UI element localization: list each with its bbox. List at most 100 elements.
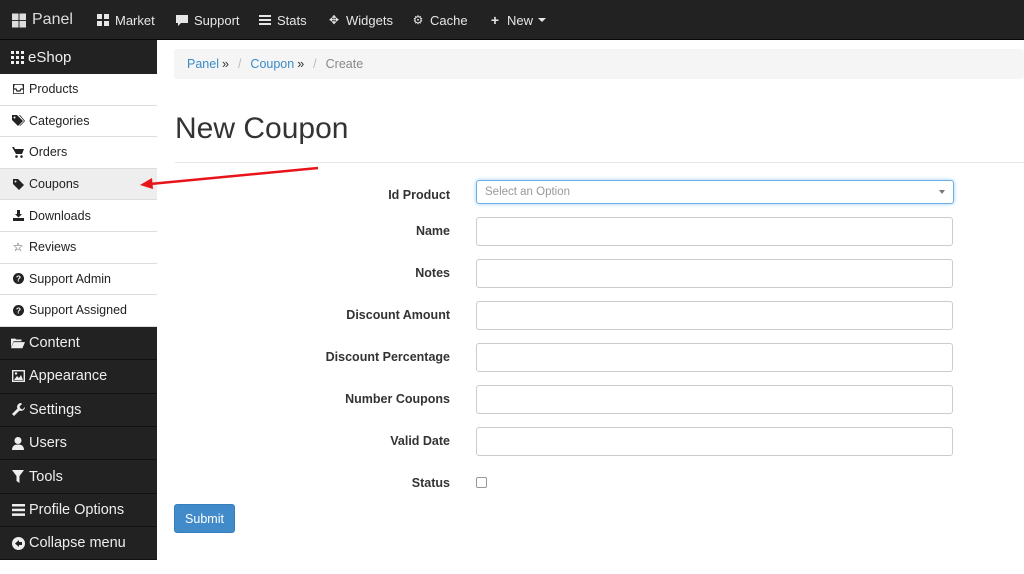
sidebar-section-content[interactable]: Content bbox=[0, 326, 157, 361]
market-icon bbox=[96, 14, 110, 26]
sidebar-section-label: Users bbox=[29, 435, 67, 452]
breadcrumb: Panel » / Coupon » / Create bbox=[174, 49, 1024, 79]
breadcrumb-raquo: » bbox=[221, 57, 229, 71]
sidebar-item-label: Support Assigned bbox=[29, 303, 127, 318]
sidebar-section-label: Settings bbox=[29, 401, 82, 418]
notes-label: Notes bbox=[415, 266, 450, 280]
brand-label: Panel bbox=[32, 11, 73, 28]
wrench-icon bbox=[11, 403, 25, 417]
sidebar-item-reviews[interactable]: ☆ Reviews bbox=[0, 231, 157, 264]
stats-icon bbox=[258, 14, 272, 26]
sidebar-item-products[interactable]: Products bbox=[0, 74, 157, 106]
sidebar-item-label: Coupons bbox=[29, 177, 80, 192]
id-product-label: Id Product bbox=[388, 188, 450, 202]
annotation-arrow-icon bbox=[140, 166, 319, 189]
tags-icon bbox=[11, 115, 25, 127]
sidebar-section-label: Tools bbox=[29, 468, 63, 485]
sidebar-section-users[interactable]: Users bbox=[0, 426, 157, 461]
discount-percentage-input[interactable] bbox=[476, 343, 953, 372]
valid-date-input[interactable] bbox=[476, 427, 953, 456]
inbox-icon bbox=[11, 84, 25, 95]
nav-new-label: New bbox=[507, 12, 534, 28]
filter-icon bbox=[11, 470, 25, 483]
question-icon: ? bbox=[11, 273, 25, 285]
nav-support-label: Support bbox=[194, 12, 240, 28]
number-coupons-input[interactable] bbox=[476, 385, 953, 414]
discount-amount-label: Discount Amount bbox=[346, 308, 450, 322]
folder-icon bbox=[11, 337, 25, 349]
sidebar-header-eshop[interactable]: eShop bbox=[0, 40, 157, 74]
sidebar-item-orders[interactable]: Orders bbox=[0, 137, 157, 169]
comment-icon bbox=[175, 14, 189, 26]
sidebar-section-settings[interactable]: Settings bbox=[0, 393, 157, 427]
page-title: New Coupon bbox=[175, 112, 349, 145]
name-input[interactable] bbox=[476, 217, 953, 246]
brand-link[interactable]: Panel bbox=[12, 0, 73, 40]
list-icon bbox=[11, 503, 25, 516]
svg-text:?: ? bbox=[15, 306, 20, 316]
sidebar-header-label: eShop bbox=[28, 48, 72, 66]
sidebar-item-categories[interactable]: Categories bbox=[0, 105, 157, 138]
nav-stats[interactable]: Stats bbox=[258, 0, 307, 40]
notes-input[interactable] bbox=[476, 259, 953, 288]
sidebar-item-support-assigned[interactable]: ? Support Assigned bbox=[0, 295, 157, 327]
svg-text:?: ? bbox=[15, 274, 20, 284]
cart-icon bbox=[11, 146, 25, 158]
sidebar-item-label: Products bbox=[29, 82, 79, 97]
sidebar-item-label: Support Admin bbox=[29, 271, 111, 286]
sidebar-section-appearance[interactable]: Appearance bbox=[0, 360, 157, 394]
sidebar-section-label: Content bbox=[29, 334, 80, 351]
sidebar-item-downloads[interactable]: Downloads bbox=[0, 200, 157, 232]
sidebar-item-support-admin[interactable]: ? Support Admin bbox=[0, 263, 157, 296]
tag-icon bbox=[11, 178, 25, 190]
grid-icon bbox=[12, 13, 26, 28]
plus-icon: + bbox=[490, 12, 500, 28]
submit-button[interactable]: Submit bbox=[174, 504, 235, 533]
nav-cache-label: Cache bbox=[430, 12, 468, 28]
breadcrumb-raquo: » bbox=[297, 57, 305, 71]
grid-icon bbox=[10, 50, 24, 64]
breadcrumb-current: Create bbox=[325, 57, 364, 71]
sidebar-collapse-menu[interactable]: Collapse menu bbox=[0, 527, 157, 561]
nav-market-label: Market bbox=[115, 12, 155, 28]
nav-cache[interactable]: ⚙ Cache bbox=[411, 0, 468, 40]
discount-percentage-label: Discount Percentage bbox=[325, 350, 450, 364]
status-checkbox[interactable] bbox=[476, 477, 487, 488]
discount-amount-input[interactable] bbox=[476, 301, 953, 330]
move-icon: ✥ bbox=[328, 13, 340, 27]
chevron-down-icon bbox=[939, 190, 945, 194]
breadcrumb-coupon-link[interactable]: Coupon bbox=[250, 57, 294, 71]
user-icon bbox=[11, 436, 25, 450]
nav-stats-label: Stats bbox=[277, 12, 307, 28]
sidebar-section-label: Collapse menu bbox=[29, 535, 126, 552]
status-label: Status bbox=[411, 476, 450, 490]
sidebar-section-label: Appearance bbox=[29, 368, 108, 385]
nav-new-dropdown[interactable]: + New bbox=[488, 0, 547, 40]
nav-market[interactable]: Market bbox=[96, 0, 155, 40]
sidebar-item-label: Orders bbox=[29, 145, 68, 160]
sidebar-item-coupons[interactable]: Coupons bbox=[0, 168, 157, 201]
sidebar-section-profile-options[interactable]: Profile Options bbox=[0, 493, 157, 528]
nav-widgets[interactable]: ✥ Widgets bbox=[327, 0, 393, 40]
nav-widgets-label: Widgets bbox=[346, 12, 393, 28]
id-product-placeholder: Select an Option bbox=[485, 186, 571, 198]
valid-date-label: Valid Date bbox=[390, 434, 450, 448]
sidebar-item-label: Categories bbox=[29, 113, 90, 128]
sidebar-item-label: Reviews bbox=[29, 240, 77, 255]
top-navbar: Panel Market Support Stats ✥ Widgets ⚙ C… bbox=[0, 0, 1024, 40]
sidebar: eShop Products Categories Orders Coupons… bbox=[0, 40, 157, 574]
breadcrumb-panel-link[interactable]: Panel bbox=[187, 57, 219, 71]
nav-support[interactable]: Support bbox=[175, 0, 240, 40]
id-product-select[interactable]: Select an Option bbox=[476, 180, 954, 204]
cog-icon: ⚙ bbox=[412, 13, 424, 27]
question-icon: ? bbox=[11, 304, 25, 316]
name-label: Name bbox=[415, 224, 450, 238]
download-icon bbox=[11, 210, 25, 222]
picture-icon bbox=[11, 370, 25, 383]
star-icon: ☆ bbox=[12, 240, 24, 255]
sidebar-section-label: Profile Options bbox=[29, 501, 125, 518]
caret-down-icon bbox=[538, 18, 547, 22]
sidebar-section-tools[interactable]: Tools bbox=[0, 460, 157, 494]
breadcrumb-divider: / bbox=[237, 57, 242, 71]
breadcrumb-divider: / bbox=[313, 57, 317, 71]
